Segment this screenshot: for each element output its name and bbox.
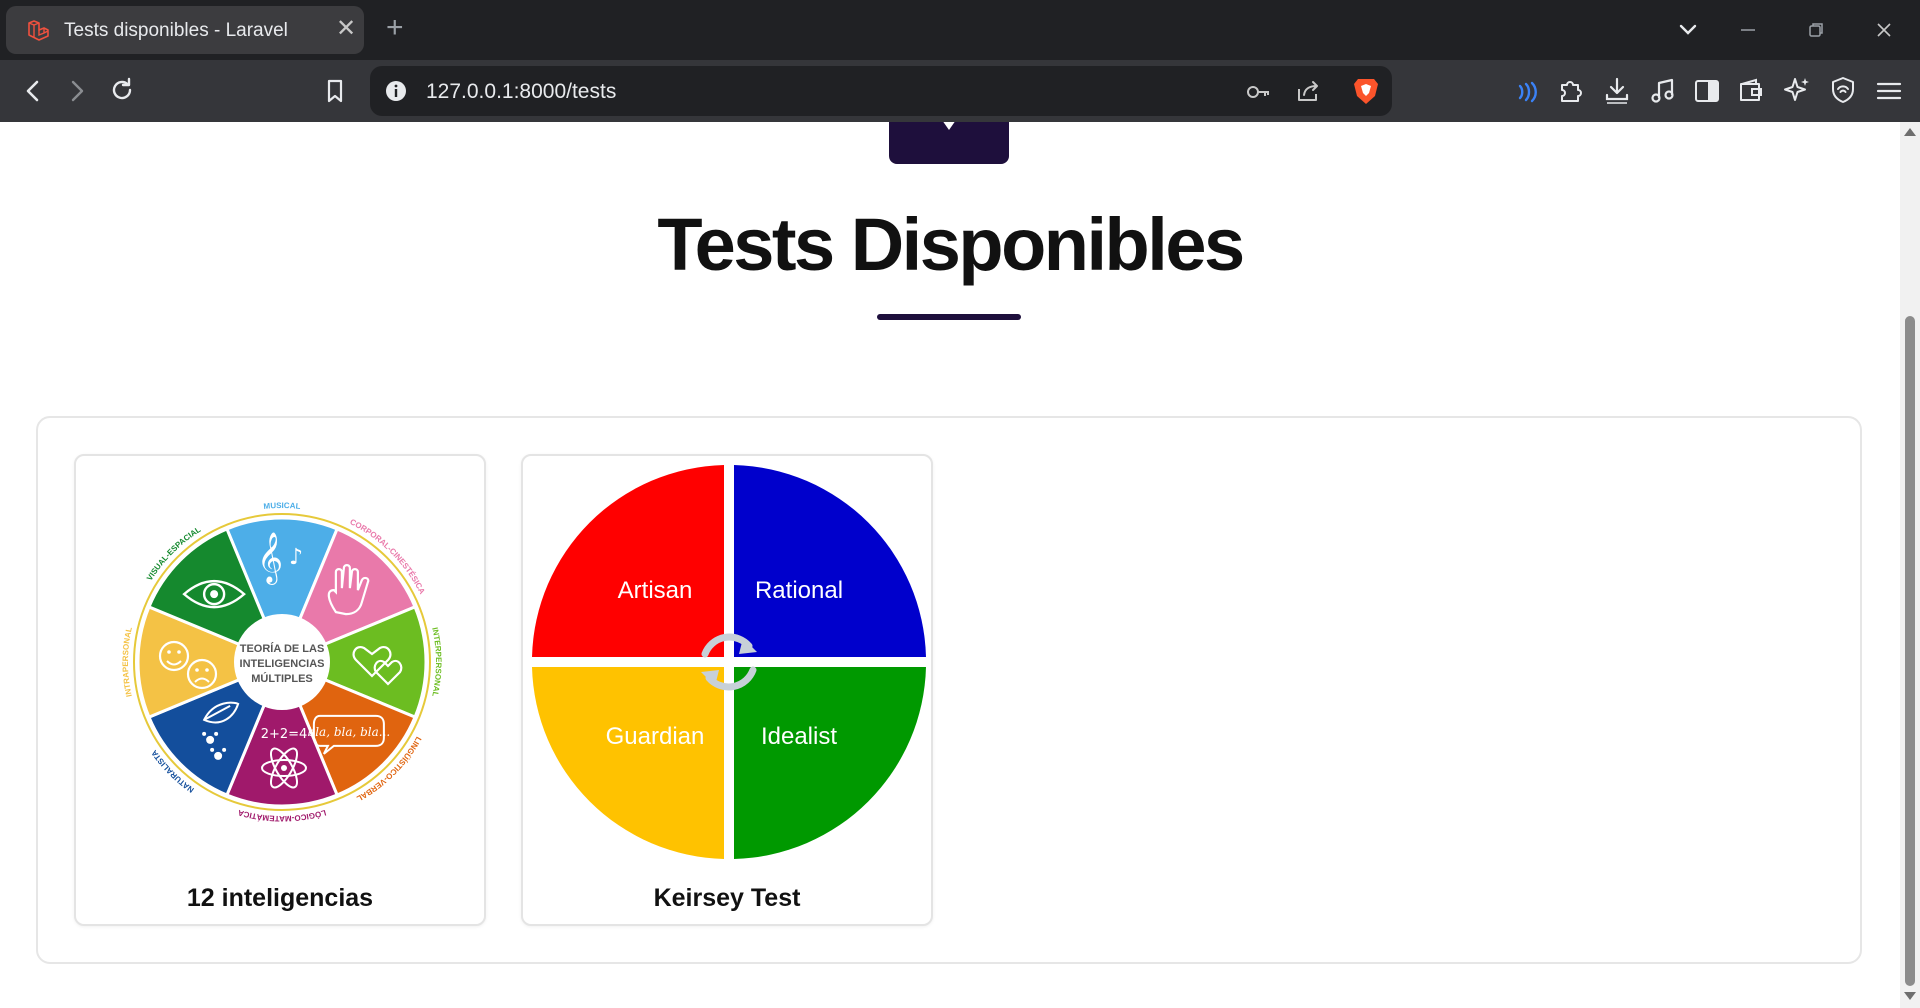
new-tab-icon[interactable]: + bbox=[386, 13, 404, 43]
share-icon[interactable] bbox=[1294, 77, 1322, 105]
browser-toolbar: 127.0.0.1:8000/tests bbox=[0, 60, 1920, 122]
quadrant-rational bbox=[734, 465, 926, 657]
wallet-icon[interactable] bbox=[1736, 76, 1766, 106]
bookmark-icon[interactable] bbox=[320, 76, 350, 106]
wheel-segment-label: INTERPERSONAL bbox=[430, 626, 443, 697]
wheel-center-text: TEORÍA DE LAS bbox=[240, 642, 325, 655]
speech-bubble-text: bla, bla, bla... bbox=[308, 725, 391, 739]
forward-icon[interactable] bbox=[62, 76, 92, 106]
reload-icon[interactable] bbox=[107, 75, 137, 105]
tab-title: Tests disponibles - Laravel bbox=[64, 20, 288, 41]
wheel-center-text: MÚLTIPLES bbox=[251, 672, 313, 685]
scroll-up-arrow-icon[interactable] bbox=[1904, 128, 1916, 136]
page-title: Tests Disponibles bbox=[657, 203, 1245, 286]
keirsey-temperament-circle: Artisan Rational Guardian Idealist bbox=[532, 465, 926, 859]
address-bar[interactable]: 127.0.0.1:8000/tests bbox=[370, 66, 1392, 116]
svg-text:♪: ♪ bbox=[289, 545, 303, 570]
brave-shield-icon[interactable] bbox=[1352, 76, 1380, 106]
sidebar-icon[interactable] bbox=[1692, 76, 1722, 106]
multiple-intelligences-wheel: 𝄞 ♪ bla, bla, bla...2+2=4 TEORÍA DE LAS INTE… bbox=[121, 501, 443, 823]
wheel-segment-label: MUSICAL bbox=[263, 501, 301, 511]
browser-titlebar: Tests disponibles - Laravel ✕ + bbox=[0, 0, 1920, 60]
svg-text:𝄞: 𝄞 bbox=[257, 532, 283, 585]
speedreader-icon[interactable] bbox=[1512, 77, 1542, 107]
math-text: 2+2=4 bbox=[261, 727, 308, 742]
tests-panel: 𝄞 ♪ bla, bla, bla... 2+2=4 TEORÍA DE LAS INTE… bbox=[36, 416, 1862, 964]
scroll-down-arrow-icon[interactable] bbox=[1904, 992, 1916, 1000]
quadrant-label: Rational bbox=[755, 577, 843, 604]
test-card-title: Keirsey Test bbox=[653, 884, 801, 912]
quadrant-idealist bbox=[734, 667, 926, 859]
download-icon[interactable] bbox=[1602, 75, 1632, 105]
cycle-arrows-icon bbox=[701, 633, 757, 691]
menu-icon[interactable] bbox=[1874, 76, 1904, 106]
vpn-icon[interactable] bbox=[1828, 75, 1858, 105]
back-icon[interactable] bbox=[18, 76, 48, 106]
quadrant-label: Artisan bbox=[618, 577, 693, 604]
restore-icon[interactable] bbox=[1802, 16, 1830, 44]
quadrant-label: Idealist bbox=[761, 723, 837, 750]
page-scrollbar[interactable] bbox=[1900, 122, 1920, 1008]
minimize-icon[interactable] bbox=[1734, 16, 1762, 44]
close-window-icon[interactable] bbox=[1870, 16, 1898, 44]
site-logo[interactable] bbox=[889, 122, 1009, 164]
test-card-inteligencias[interactable]: 𝄞 ♪ bla, bla, bla... 2+2=4 TEORÍA DE LAS INTE… bbox=[74, 454, 486, 926]
leo-icon[interactable] bbox=[1782, 75, 1812, 105]
wheel-segment-label: INTRAPERSONAL bbox=[121, 626, 134, 698]
key-icon[interactable] bbox=[1244, 78, 1272, 106]
logo-mark-icon bbox=[942, 122, 956, 130]
site-info-icon[interactable] bbox=[384, 79, 408, 103]
tab-search-chevron-icon[interactable] bbox=[1674, 16, 1702, 44]
laravel-icon bbox=[28, 20, 49, 41]
wheel-center-text: INTELIGENCIAS bbox=[240, 658, 325, 670]
media-icon[interactable] bbox=[1648, 76, 1678, 106]
test-card-keirsey[interactable]: Artisan Rational Guardian Idealist Keirs… bbox=[521, 454, 933, 926]
page-content: Tests Disponibles 𝄞 ♪ bla, bla, bla... 2+2=… bbox=[0, 122, 1900, 1008]
quadrant-guardian bbox=[532, 667, 724, 859]
browser-tab[interactable]: Tests disponibles - Laravel ✕ bbox=[6, 6, 364, 54]
test-card-title: 12 inteligencias bbox=[186, 884, 374, 912]
tab-close-icon[interactable]: ✕ bbox=[336, 17, 356, 41]
scrollbar-thumb[interactable] bbox=[1905, 316, 1915, 986]
extensions-icon[interactable] bbox=[1556, 76, 1586, 106]
title-underline bbox=[877, 314, 1021, 320]
url-text: 127.0.0.1:8000/tests bbox=[426, 80, 617, 103]
quadrant-artisan bbox=[532, 465, 724, 657]
quadrant-label: Guardian bbox=[606, 723, 705, 750]
